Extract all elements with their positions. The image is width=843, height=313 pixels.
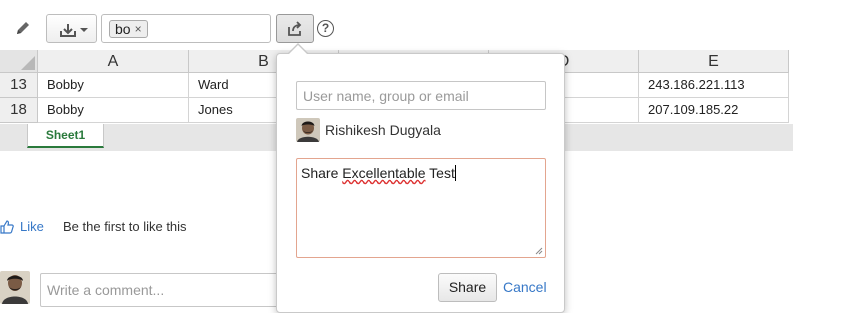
share-icon (288, 21, 302, 36)
table-cell[interactable]: 207.109.185.22 (639, 98, 789, 123)
remove-tag-icon[interactable]: × (135, 20, 142, 38)
filter-tag-label: bo (115, 21, 131, 37)
message-text-part: Share (301, 165, 343, 181)
table-cell[interactable]: 243.186.221.113 (639, 73, 789, 98)
share-message-textarea[interactable]: Share Excellentable Test (296, 158, 546, 258)
user-name: Rishikesh Dugyala (325, 122, 441, 138)
like-status-text: Be the first to like this (63, 219, 187, 234)
message-text-part: Test (425, 165, 455, 181)
filter-tag[interactable]: bo × (109, 20, 148, 38)
share-submit-button[interactable]: Share (438, 273, 497, 302)
download-button[interactable] (46, 14, 97, 43)
popup-arrow-inner (288, 45, 308, 55)
select-all-corner[interactable] (0, 50, 38, 73)
download-icon (60, 24, 76, 37)
resize-handle-icon[interactable] (535, 247, 543, 255)
table-cell[interactable]: Bobby (38, 73, 189, 98)
share-button[interactable] (276, 14, 314, 43)
text-cursor (454, 165, 456, 181)
misspelled-word: Excellentable (342, 165, 426, 181)
like-label[interactable]: Like (20, 219, 44, 234)
edit-pencil-icon[interactable] (14, 19, 32, 37)
row-header[interactable]: 13 (0, 73, 38, 98)
like-link[interactable]: Like (0, 219, 44, 234)
user-avatar (296, 118, 320, 142)
sheet-tab[interactable]: Sheet1 (27, 124, 104, 148)
help-icon[interactable]: ? (317, 20, 334, 37)
column-header-a[interactable]: A (38, 50, 189, 73)
avatar (0, 271, 30, 304)
table-cell[interactable]: Bobby (38, 98, 189, 123)
cancel-link[interactable]: Cancel (503, 279, 547, 295)
comment-input[interactable]: Write a comment... (40, 273, 300, 307)
user-search-input[interactable]: User name, group or email (296, 81, 546, 110)
chevron-down-icon (80, 28, 88, 32)
column-header-e[interactable]: E (639, 50, 789, 73)
thumbs-up-icon (0, 219, 14, 234)
row-header[interactable]: 18 (0, 98, 38, 123)
filter-input[interactable]: bo × (101, 14, 271, 43)
